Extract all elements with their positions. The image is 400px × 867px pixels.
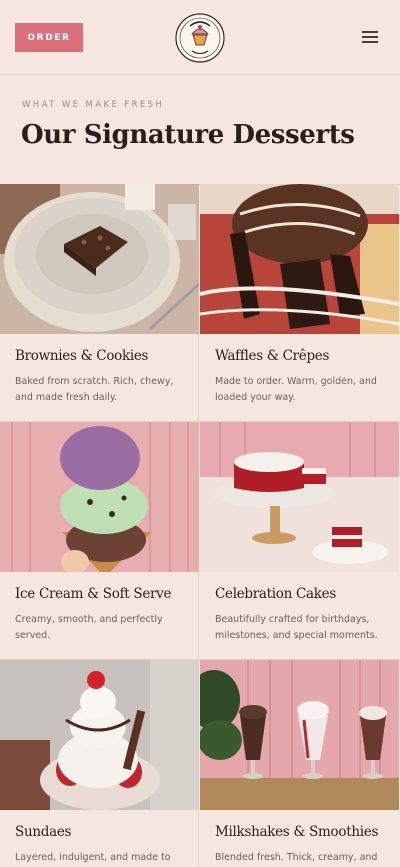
site-header: ORDER — [0, 0, 400, 75]
dessert-card-cakes[interactable]: Celebration Cakes Beautifully crafted fo… — [200, 422, 399, 659]
dessert-description: Beautifully crafted for birthdays, miles… — [215, 614, 378, 641]
dessert-card-waffles[interactable]: Waffles & Crêpes Made to order. Warm, go… — [200, 184, 399, 421]
dessert-name: Celebration Cakes — [215, 586, 337, 602]
dessert-card-milkshakes[interactable]: Milkshakes & Smoothies Blended fresh. Th… — [200, 660, 399, 867]
sundaes-image — [0, 660, 199, 810]
dessert-card-sundaes[interactable]: Sundaes Layered, indulgent, and made to — [0, 660, 199, 867]
dessert-name: Ice Cream & Soft Serve — [15, 586, 172, 602]
cakes-image — [200, 422, 399, 572]
dessert-description: Blended fresh. Thick, creamy, and — [215, 852, 378, 863]
dessert-description: Made to order. Warm, golden, and loaded … — [215, 376, 377, 403]
dessert-name: Sundaes — [15, 824, 72, 840]
section-eyebrow: WHAT WE MAKE FRESH — [22, 100, 165, 110]
milkshakes-image — [200, 660, 399, 810]
dessert-description: Creamy, smooth, and perfectly served. — [15, 614, 163, 641]
dessert-description: Baked from scratch. Rich, chewy, and mad… — [15, 376, 174, 403]
dessert-description: Layered, indulgent, and made to — [15, 852, 171, 863]
dessert-name: Milkshakes & Smoothies — [215, 824, 379, 840]
brownies-image — [0, 184, 199, 334]
order-button[interactable]: ORDER — [15, 23, 83, 52]
ice-cream-image — [0, 422, 199, 572]
hamburger-menu-icon[interactable] — [362, 30, 380, 44]
section-title: Our Signature Desserts — [21, 120, 355, 150]
waffles-image — [200, 184, 399, 334]
dessert-card-ice-cream[interactable]: Ice Cream & Soft Serve Creamy, smooth, a… — [0, 422, 199, 659]
dessert-card-brownies[interactable]: Brownies & Cookies Baked from scratch. R… — [0, 184, 199, 421]
logo[interactable] — [173, 12, 227, 64]
dessert-name: Waffles & Crêpes — [215, 348, 330, 364]
dessert-name: Brownies & Cookies — [15, 348, 149, 364]
cupcake-logo-icon — [175, 13, 225, 63]
